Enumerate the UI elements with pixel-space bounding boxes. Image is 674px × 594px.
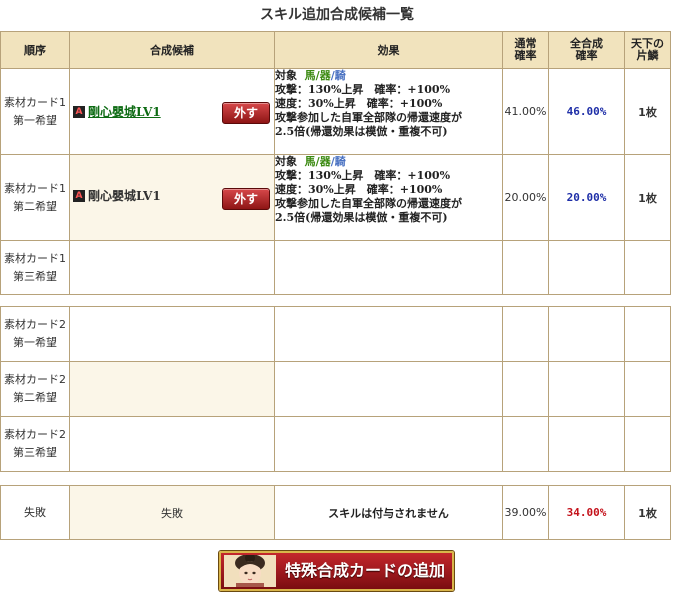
row-candidate: A 剛心嬰城LV1 外す	[69, 154, 275, 241]
skill-name: 剛心嬰城LV1	[88, 189, 161, 203]
row-order: 素材カード2 第三希望	[0, 416, 70, 472]
table-row: 素材カード1 第三希望	[0, 240, 671, 295]
row-order: 素材カード1 第三希望	[0, 240, 70, 295]
normal-rate	[502, 361, 549, 417]
row-order: 素材カード2 第二希望	[0, 361, 70, 417]
row-effect	[274, 306, 503, 362]
table-row: 素材カード1 第二希望 A 剛心嬰城LV1 外す 対象 馬/器/騎 攻撃：130%…	[0, 154, 671, 241]
remove-button[interactable]: 外す	[222, 187, 270, 210]
add-special-card-label: 特殊合成カードの追加	[284, 561, 445, 580]
scale-count	[624, 416, 671, 472]
row-order: 素材カード2 第一希望	[0, 306, 70, 362]
scale-count: 1枚	[624, 68, 671, 155]
scale-count: 1枚	[624, 485, 671, 540]
header-order: 順序	[0, 31, 70, 69]
scale-count	[624, 306, 671, 362]
row-effect	[274, 361, 503, 417]
header-row: 順序 合成候補 効果 通常 確率 全合成 確率 天下の 片鱗	[0, 31, 671, 69]
scale-count	[624, 240, 671, 295]
total-rate	[548, 416, 625, 472]
row-candidate[interactable]	[69, 416, 275, 472]
header-scale: 天下の 片鱗	[624, 31, 671, 69]
total-rate	[548, 240, 625, 295]
card1-table: 順序 合成候補 効果 通常 確率 全合成 確率 天下の 片鱗 素材カード1 第一…	[0, 31, 671, 295]
fail-candidate: 失敗	[69, 485, 275, 540]
header-total-rate: 全合成 確率	[548, 31, 625, 69]
normal-rate	[502, 306, 549, 362]
normal-rate	[502, 416, 549, 472]
row-order: 素材カード1 第一希望	[0, 68, 70, 155]
total-rate	[548, 306, 625, 362]
row-effect: 対象 馬/器/騎 攻撃：130%上昇 確率：+100% 速度：30%上昇 確率：…	[274, 154, 503, 241]
fail-row: 失敗 失敗 スキルは付与されません 39.00% 34.00% 1枚	[0, 485, 671, 540]
header-effect: 効果	[274, 31, 503, 69]
normal-rate	[502, 240, 549, 295]
rarity-badge: A	[73, 105, 85, 118]
table-row: 素材カード2 第二希望	[0, 361, 671, 417]
page-title: スキル追加合成候補一覧	[260, 7, 414, 23]
total-rate: 46.00%	[548, 68, 625, 155]
total-rate	[548, 361, 625, 417]
character-portrait-icon	[224, 555, 276, 587]
row-order: 素材カード1 第二希望	[0, 154, 70, 241]
row-effect	[274, 240, 503, 295]
header-candidate: 合成候補	[69, 31, 275, 69]
fail-effect: スキルは付与されません	[274, 485, 503, 540]
row-candidate[interactable]	[69, 361, 275, 417]
row-candidate: A 剛心嬰城LV1 外す	[69, 68, 275, 155]
row-candidate[interactable]	[69, 306, 275, 362]
scale-count: 1枚	[624, 154, 671, 241]
fail-order: 失敗	[0, 485, 70, 540]
row-effect	[274, 416, 503, 472]
remove-button[interactable]: 外す	[222, 101, 270, 124]
normal-rate: 41.00%	[502, 68, 549, 155]
total-rate: 34.00%	[548, 485, 625, 540]
total-rate: 20.00%	[548, 154, 625, 241]
normal-rate: 20.00%	[502, 154, 549, 241]
card2-table: 素材カード2 第一希望 素材カード2 第二希望 素材カード2 第三希望	[0, 306, 671, 472]
fail-table: 失敗 失敗 スキルは付与されません 39.00% 34.00% 1枚	[0, 485, 671, 540]
row-effect: 対象 馬/器/騎 攻撃：130%上昇 確率：+100% 速度：30%上昇 確率：…	[274, 68, 503, 155]
normal-rate: 39.00%	[502, 485, 549, 540]
row-candidate[interactable]	[69, 240, 275, 295]
table-row: 素材カード2 第三希望	[0, 416, 671, 472]
rarity-badge: A	[73, 189, 85, 202]
table-row: 素材カード2 第一希望	[0, 306, 671, 362]
add-special-card-button[interactable]: 特殊合成カードの追加	[219, 551, 454, 591]
scale-count	[624, 361, 671, 417]
skill-link[interactable]: 剛心嬰城LV1	[88, 105, 161, 119]
table-row: 素材カード1 第一希望 A 剛心嬰城LV1 外す 対象 馬/器/騎 攻撃：130%…	[0, 68, 671, 155]
header-normal-rate: 通常 確率	[502, 31, 549, 69]
